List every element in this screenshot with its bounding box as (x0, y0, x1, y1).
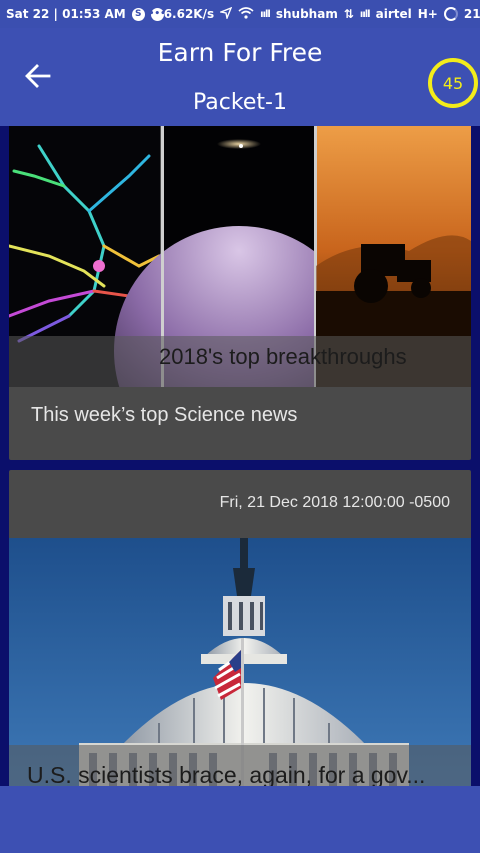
coin-count: 45 (442, 73, 464, 93)
arrow-left-icon (25, 64, 51, 88)
bottom-bar (0, 786, 480, 853)
location-icon (218, 6, 233, 22)
card-overlay-title: 2018's top breakthroughs (159, 344, 407, 369)
battery-icon (443, 7, 458, 21)
news-card[interactable]: 2018's top breakthroughs This week’s top… (9, 126, 471, 460)
data-transfer-icon: ⇅ (343, 7, 354, 21)
notification-more-icon: ••• (148, 7, 166, 21)
network-speed: 6.62K/s (163, 7, 215, 21)
signal-icon-1: ııll (260, 8, 271, 20)
app-header: Earn For Free Packet-1 45 (0, 28, 480, 126)
wifi-icon (238, 6, 254, 22)
page-title: Earn For Free (157, 38, 323, 67)
carrier-1: shubham (275, 7, 338, 21)
page-subtitle: Packet-1 (193, 90, 287, 115)
card-date: Fri, 21 Dec 2018 12:00:00 -0500 (219, 494, 450, 511)
status-time: Sat 22 | 01:53 AM (6, 7, 126, 21)
news-card[interactable]: Fri, 21 Dec 2018 12:00:00 -0500 U.S. sci… (9, 470, 471, 786)
card-caption: This week’s top Science news (31, 404, 298, 426)
network-type: H+ (417, 7, 438, 21)
card-overlay-title: U.S. scientists brace, again, for a gov.… (27, 762, 426, 786)
notification-s-icon: S (131, 7, 145, 21)
signal-icon-2: ııll (359, 8, 371, 20)
battery-level: 21% (463, 7, 480, 21)
coin-counter-badge[interactable]: 45 (428, 58, 478, 108)
carrier-2: airtel (375, 7, 412, 21)
status-bar: Sat 22 | 01:53 AM S ••• 6.62K/s ııll shu… (0, 0, 480, 28)
news-feed[interactable]: 2018's top breakthroughs This week’s top… (0, 126, 480, 786)
